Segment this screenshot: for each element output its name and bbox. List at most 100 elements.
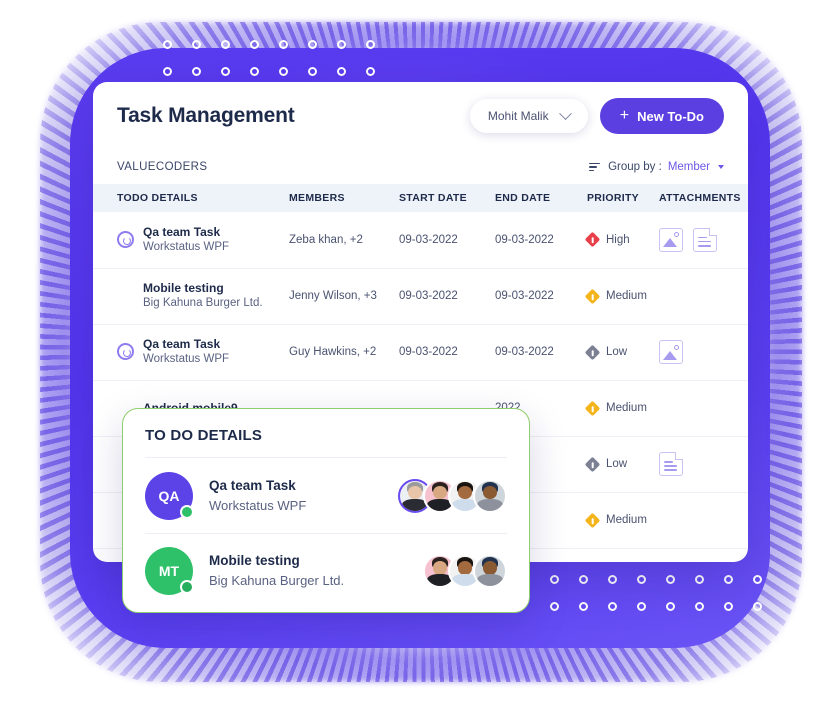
priority-label: Low: [606, 346, 628, 358]
priority-diamond-icon: [584, 456, 601, 472]
decorative-dot: [695, 602, 704, 611]
new-todo-button[interactable]: + New To-Do: [599, 98, 724, 134]
priority-diamond-icon: [584, 344, 601, 360]
todo-details-item-subtitle: Big Kahuna Burger Ltd.: [209, 573, 345, 589]
decorative-dot: [279, 67, 288, 76]
group-by-control[interactable]: Group by : Member: [589, 161, 724, 173]
avatar-face: [458, 561, 472, 575]
online-status-dot: [180, 580, 194, 594]
table-row[interactable]: Mobile testing Big Kahuna Burger Ltd. Jenn…: [93, 268, 748, 325]
document-attachment-icon[interactable]: [659, 452, 683, 476]
decorative-dot: [366, 40, 375, 49]
priority-label: High: [606, 233, 630, 246]
member-avatar: [473, 554, 507, 588]
priority-diamond-icon: [584, 288, 601, 304]
decorative-dot: [163, 40, 172, 49]
decorative-dot: [337, 40, 346, 49]
decorative-dot: [666, 602, 675, 611]
decorative-dot: [637, 575, 646, 584]
cell-priority: Low: [584, 324, 659, 381]
todo-details-item[interactable]: QA Qa team Task Workstatus WPF: [145, 458, 507, 533]
column-header-start-date: START DATE: [399, 184, 495, 212]
priority-label: Low: [606, 458, 628, 470]
image-attachment-icon[interactable]: [659, 227, 683, 252]
document-lines: [664, 461, 677, 471]
decorative-dot: [608, 575, 617, 584]
column-header-todo-details: TODO DETAILS: [93, 184, 289, 212]
cell-priority: Medium: [584, 268, 659, 325]
table-row[interactable]: Qa team Task Workstatus WPF Zeba khan, +2 0…: [93, 212, 748, 269]
cell-end-date: 09-03-2022: [495, 324, 587, 381]
avatar-face: [483, 485, 497, 500]
decorative-dot: [221, 67, 230, 76]
decorative-dot: [724, 602, 733, 611]
todo-details-card-title: TO DO DETAILS: [145, 427, 507, 458]
table-row[interactable]: Qa team Task Workstatus WPF Guy Hawkins, +…: [93, 324, 748, 381]
todo-details-card: TO DO DETAILS QA Qa team Task Workstatus W…: [122, 408, 530, 613]
avatar-initials-badge: MT: [145, 547, 194, 595]
cell-start-date: 09-03-2022: [399, 268, 495, 325]
todo-details-card-rows: QA Qa team Task Workstatus WPF MT Mobile tes…: [145, 458, 507, 608]
cell-priority: Medium: [584, 380, 659, 437]
cell-attachments: [659, 212, 748, 269]
chevron-down-icon: [558, 106, 572, 120]
todo-subtitle: Big Kahuna Burger Ltd.: [143, 297, 263, 310]
decorative-dot: [366, 67, 375, 76]
decorative-dot: [666, 575, 675, 584]
decorative-dot: [163, 67, 172, 76]
todo-table-header-row: TODO DETAILS MEMBERS START DATE END DATE…: [93, 184, 748, 212]
avatar-initials: MT: [158, 563, 180, 579]
decorative-dot: [192, 67, 201, 76]
cell-todo-details: Qa team Task Workstatus WPF: [93, 212, 289, 269]
document-lines: [698, 236, 711, 247]
decorative-dot: [550, 575, 559, 584]
decorative-dot: [753, 602, 762, 611]
decorative-dot: [308, 67, 317, 76]
member-avatar-group[interactable]: [423, 554, 507, 588]
decorative-dot: [250, 67, 259, 76]
todo-details-item[interactable]: MT Mobile testing Big Kahuna Burger Ltd.: [145, 533, 507, 608]
avatar-face: [433, 561, 447, 575]
user-selector-label: Mohit Malik: [487, 109, 549, 123]
avatar-body: [476, 574, 504, 586]
cell-priority: Low: [584, 436, 659, 493]
priority-diamond-icon: [584, 231, 601, 248]
panel-subbar: VALUECODERS Group by : Member: [93, 150, 748, 184]
image-attachment-icon[interactable]: [659, 340, 683, 364]
cell-todo-details: Mobile testing Big Kahuna Burger Ltd.: [93, 268, 289, 325]
cell-members: Zeba khan, +2: [289, 212, 399, 269]
cell-start-date: 09-03-2022: [399, 212, 495, 269]
cell-members: Guy Hawkins, +2: [289, 324, 399, 381]
sync-icon[interactable]: [117, 343, 134, 361]
cell-members: Jenny Wilson, +3: [289, 268, 399, 325]
priority-label: Medium: [606, 402, 647, 414]
cell-attachments: [659, 324, 748, 381]
plus-icon: +: [619, 107, 630, 124]
decorative-dot: [579, 602, 588, 611]
decorative-dot: [337, 67, 346, 76]
priority-diamond-icon: [584, 400, 601, 416]
decorative-dot: [753, 575, 762, 584]
avatar-initials-badge: QA: [145, 471, 194, 520]
user-selector[interactable]: Mohit Malik: [469, 99, 588, 133]
cell-attachments: [659, 436, 748, 493]
todo-details-item-title: Qa team Task: [209, 477, 296, 493]
filter-lines-icon: [589, 162, 601, 172]
cell-start-date: 09-03-2022: [399, 324, 495, 381]
decorative-dot: [695, 575, 704, 584]
decorative-dot: [221, 40, 230, 49]
todo-details-item-title: Mobile testing: [209, 553, 300, 569]
organization-name: VALUECODERS: [117, 161, 208, 173]
sync-icon[interactable]: [117, 231, 134, 249]
member-avatar-group[interactable]: [398, 478, 507, 513]
cell-todo-details: Qa team Task Workstatus WPF: [93, 324, 289, 381]
online-status-dot: [180, 504, 194, 519]
decorative-dot: [550, 602, 559, 611]
screenshot-root: Task Management Mohit Malik + New To-Do …: [0, 0, 838, 707]
priority-label: Medium: [606, 290, 647, 302]
cell-attachments: [659, 380, 748, 437]
cell-priority: High: [584, 212, 659, 269]
decorative-dot: [250, 40, 259, 49]
todo-subtitle: Workstatus WPF: [143, 241, 230, 254]
document-attachment-icon[interactable]: [693, 227, 717, 252]
